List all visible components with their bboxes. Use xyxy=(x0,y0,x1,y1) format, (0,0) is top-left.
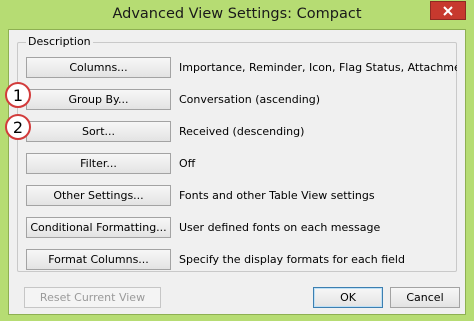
group-by-button[interactable]: Group By... xyxy=(26,89,171,110)
ok-button[interactable]: OK xyxy=(313,287,383,308)
close-icon xyxy=(443,5,453,16)
other-settings-button[interactable]: Other Settings... xyxy=(26,185,171,206)
dialog-title: Advanced View Settings: Compact xyxy=(112,6,362,22)
cancel-button[interactable]: Cancel xyxy=(390,287,460,308)
conditional-formatting-button[interactable]: Conditional Formatting... xyxy=(26,217,171,238)
callout-2: 2 xyxy=(5,114,31,140)
dialog-body: Description Columns... Importance, Remin… xyxy=(8,29,466,315)
sort-button[interactable]: Sort... xyxy=(26,121,171,142)
close-button[interactable] xyxy=(430,1,466,20)
filter-description: Off xyxy=(179,157,196,170)
title-bar: Advanced View Settings: Compact xyxy=(2,0,472,30)
columns-button[interactable]: Columns... xyxy=(26,57,171,78)
columns-description: Importance, Reminder, Icon, Flag Status,… xyxy=(179,61,457,74)
sort-description: Received (descending) xyxy=(179,125,305,138)
reset-current-view-button[interactable]: Reset Current View xyxy=(24,287,161,308)
format-columns-button[interactable]: Format Columns... xyxy=(26,249,171,270)
conditional-formatting-description: User defined fonts on each message xyxy=(179,221,381,234)
description-group: Description Columns... Importance, Remin… xyxy=(17,35,457,272)
callout-1: 1 xyxy=(5,82,31,108)
other-settings-description: Fonts and other Table View settings xyxy=(179,189,375,202)
group-label: Description xyxy=(26,35,93,48)
dialog-window: Advanced View Settings: Compact Descript… xyxy=(2,0,472,321)
group-by-description: Conversation (ascending) xyxy=(179,93,321,106)
format-columns-description: Specify the display formats for each fie… xyxy=(179,253,405,266)
filter-button[interactable]: Filter... xyxy=(26,153,171,174)
